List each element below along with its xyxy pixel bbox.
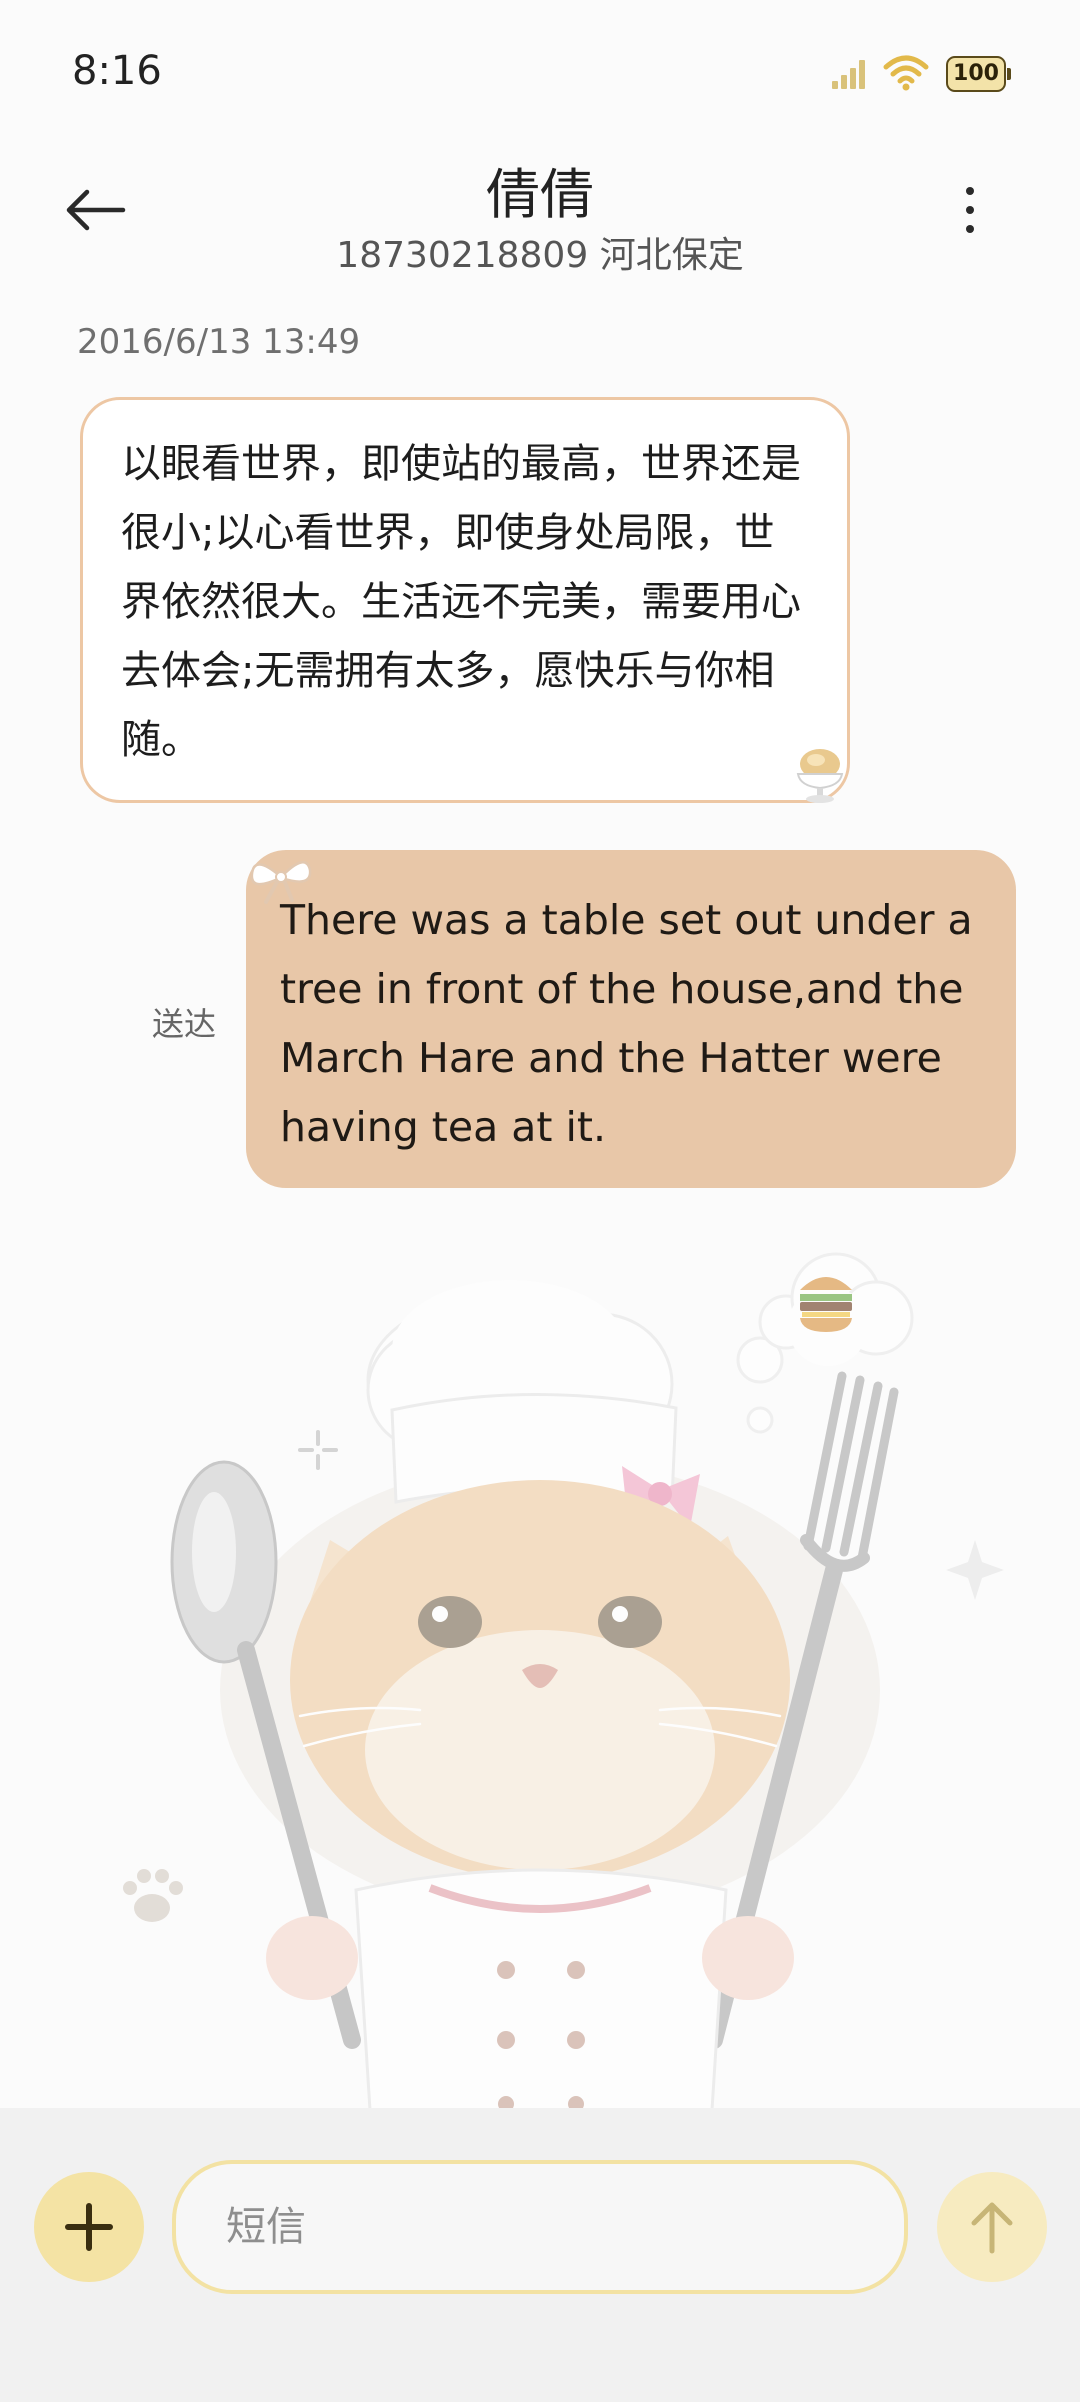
- signal-icon: [832, 60, 865, 89]
- add-attachment-button[interactable]: [34, 2172, 144, 2282]
- status-time: 8:16: [72, 48, 162, 94]
- dessert-cup-sticker: [796, 749, 844, 803]
- wifi-icon: [883, 55, 929, 91]
- contact-name: 倩倩: [486, 163, 594, 226]
- delivery-status: 送达: [152, 1005, 217, 1043]
- chef-hat: [366, 1280, 678, 1504]
- message-input[interactable]: [172, 2160, 908, 2294]
- cat-face: [290, 1480, 790, 1880]
- outgoing-message-bubble[interactable]: There was a table set out under a tree i…: [246, 850, 1016, 1188]
- paw-print-icon: [123, 1869, 183, 1922]
- ribbon-bow-sticker: [250, 861, 312, 904]
- more-options-button[interactable]: [940, 175, 1000, 245]
- sparkle-cross-icon: [298, 1430, 338, 1470]
- arrow-up-icon: [971, 2202, 1013, 2254]
- send-button[interactable]: [937, 2172, 1047, 2282]
- burger-thought-bubble: [736, 1252, 914, 1434]
- sparkle-icon: [946, 1540, 1004, 1600]
- contact-phone-location: 18730218809 河北保定: [336, 235, 744, 276]
- message-timestamp: 2016/6/13 13:49: [77, 322, 361, 362]
- more-vert-icon: [966, 187, 974, 195]
- plus-icon: [65, 2203, 113, 2251]
- chef-cat-background-illustration: [123, 1252, 1004, 2110]
- battery-indicator: 100: [946, 56, 1011, 92]
- incoming-message-bubble[interactable]: 以眼看世界，即使站的最高，世界还是很小;以心看世界，即使身处局限，世界依然很大。…: [80, 397, 850, 803]
- status-bar: 8:16 100: [0, 0, 1080, 150]
